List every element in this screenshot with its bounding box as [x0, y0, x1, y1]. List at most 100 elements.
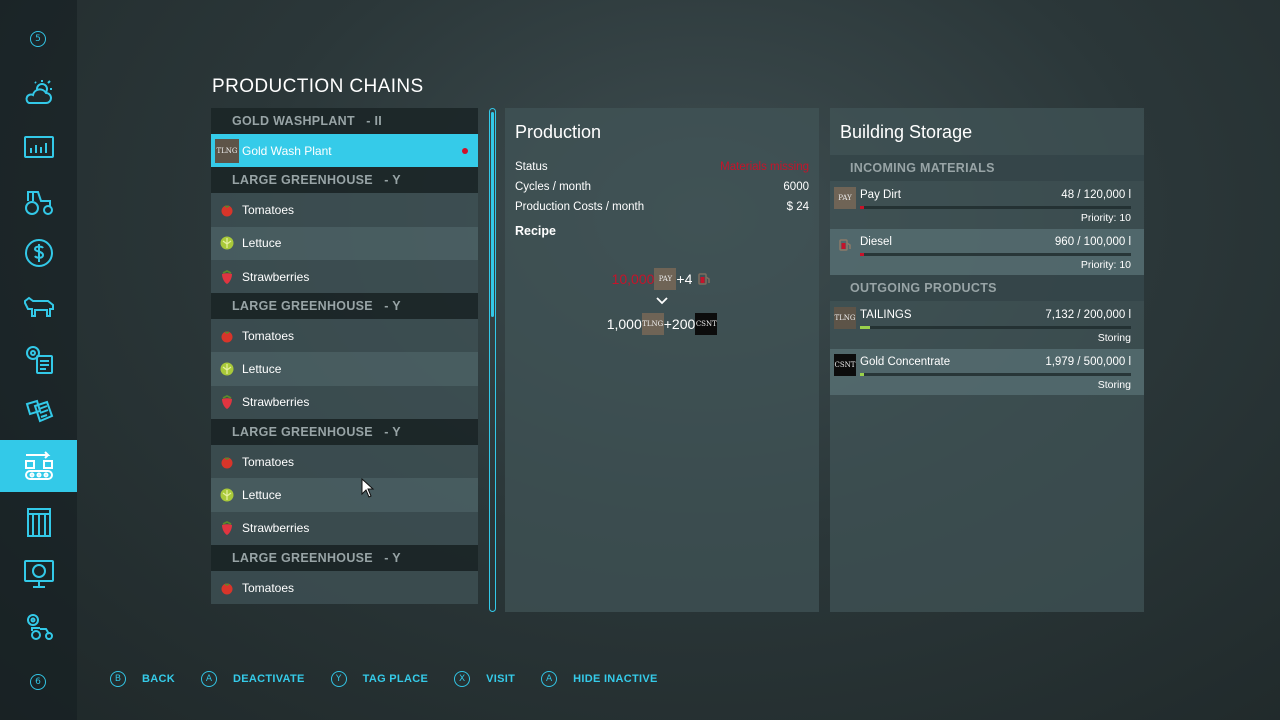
storage-title: Building Storage [840, 122, 973, 142]
list-item-strawberries[interactable]: Strawberries [211, 259, 478, 294]
outgoing-header: OUTGOING PRODUCTS [830, 275, 1144, 301]
fill-level [860, 206, 865, 209]
strawberry-icon [219, 520, 235, 536]
fuel-icon [698, 273, 711, 285]
list-item-strawberries[interactable]: Strawberries [211, 385, 478, 420]
visit-button[interactable]: X VISIT [454, 671, 515, 687]
strawberry-icon [219, 394, 235, 410]
storing-label: Storing [1097, 379, 1131, 391]
sidebar-item-weather[interactable] [0, 68, 77, 120]
gold-concentrate-icon: CSNT [834, 354, 856, 376]
gold-concentrate-icon: CSNT [695, 313, 718, 335]
tomato-icon [219, 580, 235, 596]
incoming-header: INCOMING MATERIALS [830, 155, 1144, 181]
production-title: Production [515, 122, 602, 142]
group-title: GOLD WASHPLANT [232, 114, 355, 128]
back-button[interactable]: B BACK [110, 671, 175, 687]
storage-item-pay-dirt: PAY Pay Dirt 48 / 120,000 l Priority: 10 [830, 182, 1144, 228]
list-scrollbar[interactable] [489, 108, 496, 612]
recipe-inputs: 10,000 PAY +4 [505, 268, 819, 290]
list-item-gold-wash-plant[interactable]: TLNG Gold Wash Plant [211, 134, 478, 168]
help-icon [23, 560, 54, 588]
tomato-icon [219, 454, 235, 470]
pay-dirt-icon: PAY [654, 268, 677, 290]
list-item-label: Tomatoes [242, 454, 295, 469]
x-key-icon: X [454, 671, 471, 687]
list-item-label: Strawberries [242, 269, 310, 284]
list-item-label: Lettuce [242, 488, 282, 503]
status-row: Status Materials missing [515, 161, 809, 173]
hide-inactive-button[interactable]: A HIDE INACTIVE [541, 671, 658, 687]
sidebar-item-contracts[interactable] [0, 333, 77, 385]
storage-icon [26, 508, 51, 537]
sidebar-item-settings[interactable] [0, 600, 77, 652]
group-suffix: - Y [384, 550, 401, 565]
sidebar-item-stats[interactable] [0, 122, 77, 174]
group-title: LARGE GREENHOUSE [232, 299, 373, 314]
lettuce-icon [219, 487, 235, 503]
list-group-header: GOLD WASHPLANT - II [211, 108, 478, 134]
fill-level-bar [860, 326, 1131, 329]
tag-place-button[interactable]: Y TAG PLACE [330, 671, 428, 687]
sidebar-item-finances[interactable] [0, 227, 77, 279]
deactivate-label: DEACTIVATE [232, 673, 305, 685]
item-amount: 1,979 / 500,000 l [1045, 356, 1131, 368]
group-title: LARGE GREENHOUSE [232, 425, 373, 440]
item-name: Diesel [860, 236, 892, 248]
group-suffix: - Y [384, 425, 401, 440]
weather-icon [25, 80, 52, 104]
page-right-key-icon[interactable]: 6 [30, 674, 46, 690]
group-title: LARGE GREENHOUSE [232, 550, 373, 565]
list-item-label: Strawberries [242, 395, 310, 410]
scrollbar-thumb[interactable] [491, 112, 494, 317]
fill-level-bar [860, 206, 1131, 209]
recipe-input-amount: 10,000 [611, 271, 655, 287]
back-label: BACK [142, 673, 175, 685]
sidebar-item-help[interactable] [0, 547, 77, 599]
page-left-key-icon[interactable]: 5 [30, 31, 46, 47]
costs-label: Production Costs / month [515, 201, 645, 213]
list-item-strawberries[interactable]: Strawberries [211, 511, 478, 545]
list-item-lettuce[interactable]: Lettuce [211, 478, 478, 512]
deactivate-button[interactable]: A DEACTIVATE [200, 671, 305, 687]
sidebar-item-animals[interactable] [0, 280, 77, 332]
list-item-lettuce[interactable]: Lettuce [211, 226, 478, 260]
strawberry-icon [219, 269, 235, 285]
recipe-input-plus: +4 [676, 271, 693, 287]
sidebar-item-production[interactable] [0, 440, 77, 492]
fill-level [860, 253, 865, 256]
sidebar-item-storage[interactable] [0, 496, 77, 548]
a-key-icon: A [541, 671, 558, 687]
list-item-tomatoes[interactable]: Tomatoes [211, 570, 478, 605]
list-item-tomatoes[interactable]: Tomatoes [211, 319, 478, 353]
chevron-down-icon [656, 297, 668, 305]
alert-dot-icon [462, 147, 468, 154]
production-panel: Production Status Materials missing Cycl… [505, 108, 819, 612]
storing-label: Storing [1097, 332, 1131, 344]
priority-label: Priority: 10 [1080, 259, 1131, 271]
status-value: Materials missing [720, 161, 809, 173]
sidebar-item-prices[interactable] [0, 387, 77, 439]
tailings-icon: TLNG [215, 138, 239, 163]
sidebar-item-vehicles[interactable] [0, 175, 77, 227]
list-item-tomatoes[interactable]: Tomatoes [211, 193, 478, 227]
item-amount: 48 / 120,000 l [1061, 189, 1131, 201]
storage-item-diesel: Diesel 960 / 100,000 l Priority: 10 [830, 229, 1144, 275]
storage-item-tailings: TLNG TAILINGS 7,132 / 200,000 l Storing [830, 302, 1144, 348]
lettuce-icon [219, 361, 235, 377]
production-icon [24, 451, 53, 480]
list-group-header: LARGE GREENHOUSE - Y [211, 544, 478, 571]
recipe-outputs: 1,000 TLNG +200 CSNT [505, 313, 819, 335]
tailings-icon: TLNG [641, 313, 664, 335]
fill-level-bar [860, 373, 1131, 376]
cycles-label: Cycles / month [515, 181, 592, 193]
list-item-label: Tomatoes [242, 580, 295, 595]
tomato-icon [219, 328, 235, 344]
price-list-icon [25, 399, 53, 423]
list-group-header: LARGE GREENHOUSE - Y [211, 419, 478, 446]
list-item-tomatoes[interactable]: Tomatoes [211, 445, 478, 479]
list-item-lettuce[interactable]: Lettuce [211, 352, 478, 386]
item-name: TAILINGS [860, 309, 912, 321]
costs-row: Production Costs / month $ 24 [515, 201, 809, 213]
sidebar: 5 6 [0, 0, 77, 720]
